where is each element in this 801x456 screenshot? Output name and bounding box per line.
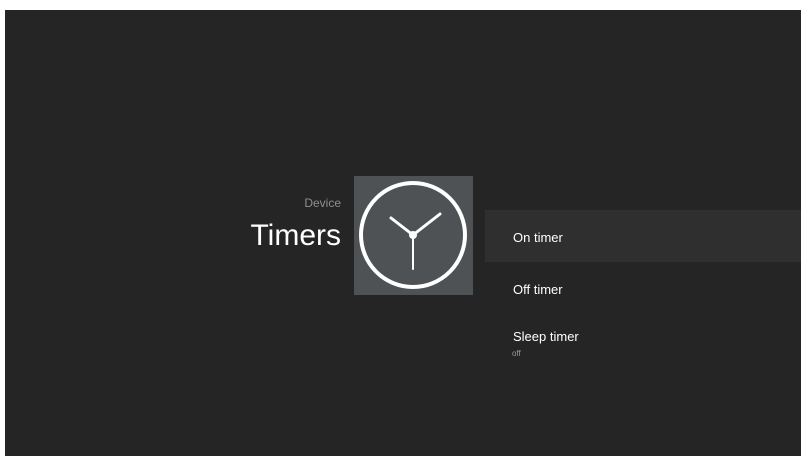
menu-item-label: On timer bbox=[513, 230, 563, 245]
menu-item-on-timer[interactable]: On timer bbox=[485, 210, 801, 262]
menu-item-label: Off timer bbox=[513, 282, 563, 297]
timers-screen: Device Timers On timer Off timer Sleep t… bbox=[5, 10, 801, 456]
clock-tile bbox=[354, 176, 473, 295]
menu-item-label: Sleep timer bbox=[513, 329, 579, 344]
clock-icon bbox=[359, 181, 467, 289]
menu-item-off-timer[interactable]: Off timer bbox=[485, 262, 801, 314]
menu-item-sleep-timer[interactable]: Sleep timer off bbox=[485, 314, 801, 366]
sleep-timer-status: off bbox=[512, 349, 521, 358]
page-title: Timers bbox=[250, 219, 341, 252]
category-label: Device bbox=[304, 196, 341, 210]
